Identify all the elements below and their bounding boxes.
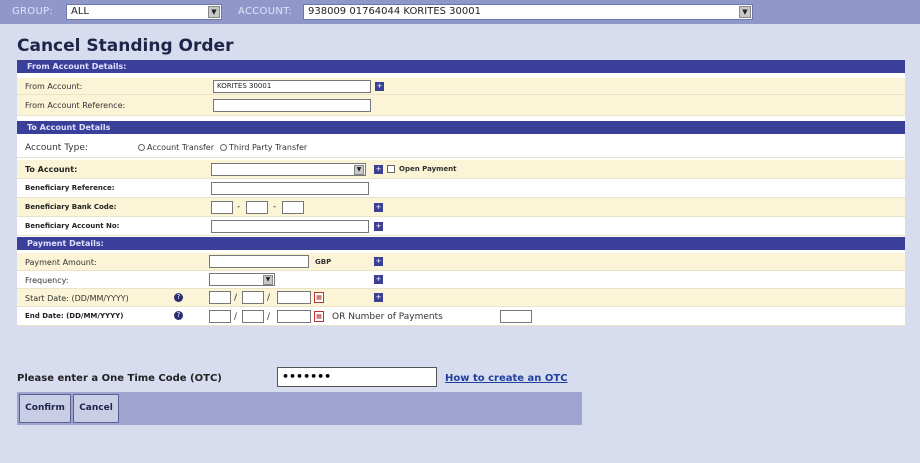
chevron-down-icon[interactable]: ▼ — [208, 6, 220, 18]
chevron-down-icon[interactable]: ▼ — [263, 275, 273, 285]
form-panel: From Account Details: From Account: KORI… — [17, 60, 905, 326]
page-title: Cancel Standing Order — [17, 36, 234, 56]
start-date-row: Start Date: (DD/MM/YYYY) ? / / ▦ + — [17, 289, 905, 307]
date-separator: / — [234, 293, 238, 303]
to-section-header: To Account Details — [17, 121, 905, 134]
start-day-input[interactable] — [209, 291, 231, 304]
end-date-row: End Date: (DD/MM/YYYY) ? / / ▦ OR Number… — [17, 307, 905, 326]
button-bar: Confirm Cancel — [17, 392, 582, 425]
beneficiary-ref-row: Beneficiary Reference: — [17, 179, 905, 198]
help-icon[interactable]: ? — [174, 311, 183, 320]
end-date-label: End Date: (DD/MM/YYYY) — [25, 312, 124, 320]
sort-code-part2-input[interactable] — [246, 201, 268, 214]
to-account-row: To Account: ▼ + Open Payment — [17, 160, 905, 179]
radio-third-party-label: Third Party Transfer — [229, 143, 308, 152]
chevron-down-icon[interactable]: ▼ — [354, 165, 364, 175]
confirm-button[interactable]: Confirm — [19, 394, 71, 423]
group-label: GROUP: — [12, 6, 54, 17]
how-to-create-otc-link[interactable]: How to create an OTC — [445, 373, 568, 384]
frequency-label: Frequency: — [25, 276, 69, 285]
from-section-header: From Account Details: — [17, 60, 905, 73]
plus-icon[interactable]: + — [374, 222, 383, 231]
radio-account-transfer[interactable] — [138, 144, 145, 151]
sort-code-part1-input[interactable] — [211, 201, 233, 214]
plus-icon[interactable]: + — [374, 257, 383, 266]
from-account-field[interactable]: KORITES 30001 — [213, 80, 371, 93]
from-account-row: From Account: KORITES 30001 + — [17, 78, 905, 95]
otc-input[interactable]: ••••••• — [277, 367, 437, 387]
chevron-down-icon[interactable]: ▼ — [739, 6, 751, 18]
date-separator: / — [267, 293, 271, 303]
from-account-label: From Account: — [25, 82, 83, 91]
beneficiary-account-input[interactable] — [211, 220, 369, 233]
calendar-icon[interactable]: ▦ — [314, 292, 324, 303]
currency-label: GBP — [315, 258, 332, 266]
open-payment-label: Open Payment — [399, 165, 457, 173]
help-icon[interactable]: ? — [174, 293, 183, 302]
sort-code-part3-input[interactable] — [282, 201, 304, 214]
date-separator: / — [267, 312, 271, 322]
open-payment-checkbox[interactable] — [387, 165, 395, 173]
beneficiary-account-label: Beneficiary Account No: — [25, 222, 120, 230]
beneficiary-account-row: Beneficiary Account No: + — [17, 217, 905, 236]
calendar-icon[interactable]: ▦ — [314, 311, 324, 322]
from-ref-input[interactable] — [213, 99, 371, 112]
plus-icon[interactable]: + — [374, 203, 383, 212]
beneficiary-bank-code-row: Beneficiary Bank Code: - - + — [17, 198, 905, 217]
account-label: ACCOUNT: — [238, 6, 293, 17]
end-month-input[interactable] — [242, 310, 264, 323]
number-of-payments-input[interactable] — [500, 310, 532, 323]
account-type-row: Account Type: Account Transfer Third Par… — [17, 137, 905, 158]
from-ref-row: From Account Reference: — [17, 95, 905, 116]
radio-third-party-transfer[interactable] — [220, 144, 227, 151]
from-ref-label: From Account Reference: — [25, 101, 126, 110]
top-bar: GROUP: ALL ▼ ACCOUNT: 938009 01764044 KO… — [0, 0, 920, 24]
group-value: ALL — [71, 6, 89, 17]
frequency-select[interactable]: ▼ — [209, 273, 275, 286]
sort-code-separator: - — [273, 202, 277, 212]
account-value: 938009 01764044 KORITES 30001 — [308, 6, 481, 17]
account-select[interactable]: 938009 01764044 KORITES 30001 ▼ — [303, 4, 753, 20]
beneficiary-ref-input[interactable] — [211, 182, 369, 195]
payment-amount-row: Payment Amount: GBP + — [17, 253, 905, 271]
frequency-row: Frequency: ▼ + — [17, 271, 905, 289]
or-payments-label: OR Number of Payments — [332, 312, 443, 322]
beneficiary-ref-label: Beneficiary Reference: — [25, 184, 115, 192]
start-date-label: Start Date: (DD/MM/YYYY) — [25, 294, 129, 303]
radio-account-transfer-label: Account Transfer — [147, 143, 215, 152]
end-day-input[interactable] — [209, 310, 231, 323]
payment-amount-input[interactable] — [209, 255, 309, 268]
to-account-label: To Account: — [25, 165, 78, 174]
account-type-label: Account Type: — [25, 143, 88, 153]
beneficiary-bank-code-label: Beneficiary Bank Code: — [25, 203, 117, 211]
plus-icon[interactable]: + — [374, 275, 383, 284]
to-account-select[interactable]: ▼ — [211, 163, 366, 176]
start-year-input[interactable] — [277, 291, 311, 304]
payment-amount-label: Payment Amount: — [25, 258, 97, 267]
otc-label: Please enter a One Time Code (OTC) — [17, 373, 222, 384]
plus-icon[interactable]: + — [374, 293, 383, 302]
plus-icon[interactable]: + — [374, 165, 383, 174]
end-year-input[interactable] — [277, 310, 311, 323]
cancel-button[interactable]: Cancel — [73, 394, 119, 423]
sort-code-separator: - — [237, 202, 241, 212]
payment-section-header: Payment Details: — [17, 237, 905, 250]
plus-icon[interactable]: + — [375, 82, 384, 91]
date-separator: / — [234, 312, 238, 322]
start-month-input[interactable] — [242, 291, 264, 304]
group-select[interactable]: ALL ▼ — [66, 4, 222, 20]
